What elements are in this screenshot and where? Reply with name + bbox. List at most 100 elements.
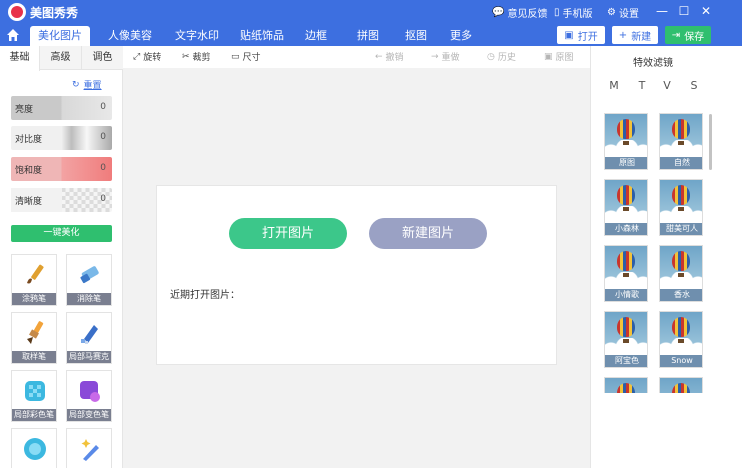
home-icon[interactable] (6, 28, 20, 42)
bubble-tool[interactable] (11, 428, 57, 468)
original-button[interactable]: ▣ 原图 (544, 50, 574, 64)
filter-panel-title: 特效滤镜 (633, 58, 673, 69)
magic-wand-icon (81, 439, 99, 461)
app-title: 美图秀秀 (30, 6, 79, 20)
feedback-link[interactable]: 💬 意见反馈 (492, 5, 547, 20)
filter-natural[interactable]: 自然 (659, 113, 703, 170)
magic-pen-tool[interactable] (66, 428, 112, 468)
rotate-tool[interactable]: ⤢ 旋转 (133, 50, 161, 64)
maximize-button[interactable]: ☐ (676, 3, 692, 19)
tab-advanced[interactable]: 高级 (40, 46, 81, 70)
crop-tool[interactable]: ✂ 裁剪 (182, 50, 211, 64)
title-bar: 美图秀秀 💬 意见反馈 ▯ 手机版 ⚙ 设置 — ☐ ✕ (0, 0, 742, 24)
filter-tab-m[interactable]: M (606, 79, 622, 92)
filter-snow[interactable]: Snow (659, 311, 703, 368)
brightness-slider[interactable]: 亮度 0 (11, 96, 112, 120)
new-button[interactable]: + 新建 (612, 26, 658, 44)
minimize-button[interactable]: — (654, 3, 670, 19)
filter-perfume[interactable]: 香水 (659, 245, 703, 302)
recolor-icon (80, 381, 100, 402)
export-icon: ⇥ (671, 29, 681, 41)
recent-images-label: 近期打开图片： (170, 290, 240, 301)
bubble-icon (24, 438, 46, 460)
resize-icon: ▭ (231, 51, 240, 62)
eraser-pen-tool[interactable]: 消除笔 (66, 254, 112, 306)
local-mosaic-tool[interactable]: 局部马赛克 (66, 312, 112, 364)
app-logo-icon (8, 3, 26, 21)
open-image-button[interactable]: 打开图片 (229, 218, 347, 249)
filter-tab-s[interactable]: S (686, 79, 702, 92)
tab-color[interactable]: 调色 (81, 46, 123, 70)
chat-icon: 💬 (492, 7, 505, 18)
tab-stickers[interactable]: 贴纸饰品 (232, 26, 292, 46)
arrow-left-icon: ← (375, 51, 383, 62)
filter-original[interactable]: 原图 (604, 113, 648, 170)
local-recolor-pen-tool[interactable]: 局部变色笔 (66, 370, 112, 422)
image-icon: ▣ (564, 29, 574, 41)
reset-link[interactable]: ↻ 重置 (72, 78, 102, 92)
filter-forest[interactable]: 小森林 (604, 179, 648, 236)
main-tab-bar: 美化图片 人像美容 文字水印 贴纸饰品 边框 拼图 抠图 更多 ▣ 打开 + 新… (0, 24, 742, 46)
tab-text-watermark[interactable]: 文字水印 (166, 26, 228, 46)
color-grid-icon (25, 381, 45, 401)
balloon-icon (617, 251, 635, 271)
filter-love-song[interactable]: 小情歌 (604, 245, 648, 302)
balloon-icon (617, 185, 635, 205)
sample-pen-tool[interactable]: 取样笔 (11, 312, 57, 364)
filter-tab-v[interactable]: V (659, 79, 675, 92)
mosaic-pen-icon (81, 325, 98, 344)
mobile-link[interactable]: ▯ 手机版 (554, 5, 593, 20)
tab-collage[interactable]: 拼图 (350, 26, 386, 46)
tab-beautify[interactable]: 美化图片 (30, 26, 90, 46)
filter-next-1[interactable] (604, 377, 648, 393)
filter-panel: 特效滤镜 M T V S 原图 自然 小森林 甜美可人 小情歌 香水 阿宝色 S… (590, 46, 714, 468)
redo-button[interactable]: → 重做 (431, 50, 460, 64)
phone-icon: ▯ (554, 7, 560, 18)
balloon-icon (672, 251, 690, 271)
left-panel-tabs: 基础 高级 调色 (0, 46, 123, 71)
balloon-icon (617, 119, 635, 139)
balloon-icon (617, 317, 635, 337)
contrast-slider[interactable]: 对比度 0 (11, 126, 112, 150)
tab-more[interactable]: 更多 (443, 26, 479, 46)
filter-abao[interactable]: 阿宝色 (604, 311, 648, 368)
settings-link[interactable]: ⚙ 设置 (607, 5, 639, 20)
size-tool[interactable]: ▭ 尺寸 (231, 50, 261, 64)
saturation-slider[interactable]: 饱和度 0 (11, 157, 112, 181)
refresh-icon: ↻ (72, 79, 80, 90)
close-button[interactable]: ✕ (698, 3, 714, 19)
eraser-icon (80, 266, 99, 284)
clarity-slider[interactable]: 清晰度 0 (11, 188, 112, 212)
paint-brush-icon (27, 321, 44, 344)
plus-icon: + (618, 29, 628, 41)
arrow-right-icon: → (431, 51, 439, 62)
brush-icon (27, 264, 44, 284)
picture-icon: ▣ (544, 51, 553, 62)
filter-tab-t[interactable]: T (634, 79, 650, 92)
scissors-icon: ✂ (182, 51, 190, 62)
open-button[interactable]: ▣ 打开 (557, 26, 605, 44)
history-button[interactable]: ◷ 历史 (487, 50, 516, 64)
tab-cutout[interactable]: 抠图 (398, 26, 434, 46)
edit-toolbar: ⤢ 旋转 ✂ 裁剪 ▭ 尺寸 ← 撤销 → 重做 ◷ 历史 ▣ 原图 (123, 46, 590, 68)
doodle-pen-tool[interactable]: 涂鸦笔 (11, 254, 57, 306)
start-card (156, 185, 557, 365)
clock-icon: ◷ (487, 51, 495, 62)
undo-button[interactable]: ← 撤销 (375, 50, 404, 64)
filter-sweet[interactable]: 甜美可人 (659, 179, 703, 236)
tab-portrait[interactable]: 人像美容 (100, 26, 160, 46)
balloon-icon (672, 185, 690, 205)
gear-icon: ⚙ (607, 7, 616, 18)
save-button[interactable]: ⇥ 保存 (665, 26, 711, 44)
local-color-pen-tool[interactable]: 局部彩色笔 (11, 370, 57, 422)
balloon-icon (672, 119, 690, 139)
rotate-icon: ⤢ (133, 51, 141, 62)
tab-frame[interactable]: 边框 (298, 26, 334, 46)
filter-scrollbar[interactable] (709, 114, 712, 170)
new-image-button[interactable]: 新建图片 (369, 218, 487, 249)
one-key-beautify-button[interactable]: 一键美化 (11, 225, 112, 242)
tab-basic[interactable]: 基础 (0, 46, 40, 71)
left-panel: 基础 高级 调色 ↻ 重置 亮度 0 对比度 0 饱和度 0 清晰度 0 一键美… (0, 46, 123, 468)
filter-next-2[interactable] (659, 377, 703, 393)
balloon-icon (672, 317, 690, 337)
